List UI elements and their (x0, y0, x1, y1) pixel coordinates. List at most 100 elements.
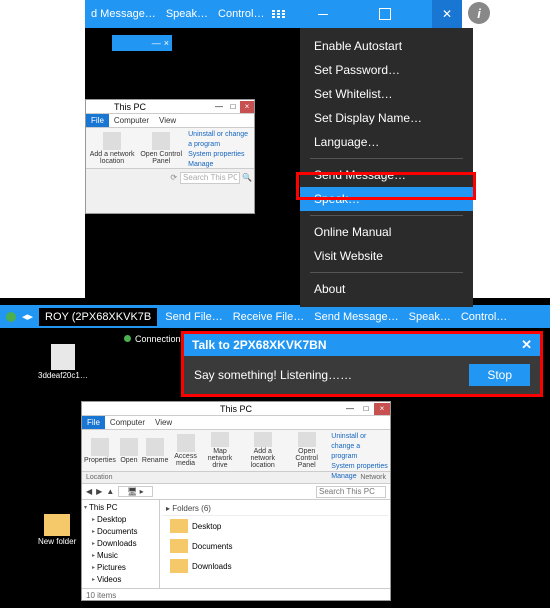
top-window-titlebar: d Message… Speak… Control… (85, 0, 462, 28)
menu-send-file[interactable]: Send File… (165, 311, 222, 323)
sidebar-item-desktop[interactable]: Desktop (84, 514, 157, 526)
inner-close-icon[interactable]: × (164, 38, 169, 48)
minimize-button[interactable] (308, 0, 338, 28)
menu-send-message[interactable]: Send Message… (300, 163, 473, 187)
explorer-searchbar: ⟳ 🔍 (86, 168, 254, 186)
file-icon (51, 344, 75, 370)
ribbon-properties[interactable]: Properties (84, 432, 116, 469)
desktop-folder-icon[interactable]: New folder (38, 514, 76, 546)
nav-back-icon[interactable]: ◀ (86, 487, 92, 496)
search-input[interactable] (180, 172, 240, 184)
status-item-count: 10 items (86, 591, 116, 600)
network-location-icon (103, 132, 121, 150)
menu-set-display-name[interactable]: Set Display Name… (300, 106, 473, 130)
sidebar-item-music[interactable]: Music (84, 550, 157, 562)
sidebar-item-documents[interactable]: Documents (84, 526, 157, 538)
info-icon[interactable]: i (468, 2, 490, 24)
breadcrumb[interactable]: 🖥 ▸ (118, 486, 152, 497)
tab-view[interactable]: View (150, 416, 177, 429)
explorer-close-icon[interactable]: × (240, 101, 254, 113)
ribbon-manage-link[interactable]: Manage (188, 160, 252, 170)
talk-close-icon[interactable]: ✕ (521, 337, 532, 353)
menu-speak[interactable]: Speak… (409, 311, 451, 323)
close-button[interactable] (432, 0, 462, 28)
tab-computer[interactable]: Computer (105, 416, 150, 429)
nav-fwd-icon[interactable]: ▶ (96, 487, 102, 496)
menu-online-manual[interactable]: Online Manual (300, 220, 473, 244)
explorer2-content: ▸ Folders (6) Desktop Documents Download… (160, 500, 390, 588)
sidebar-item-pictures[interactable]: Pictures (84, 562, 157, 574)
ribbon-map-drive[interactable]: Map network drive (203, 432, 238, 469)
connection-dot-icon (124, 335, 131, 342)
ribbon-sysprop-link[interactable]: System properties (188, 150, 252, 160)
ribbon-uninstall-link[interactable]: Uninstall or change a program (188, 130, 252, 150)
explorer2-sidebar: This PC Desktop Documents Downloads Musi… (82, 500, 160, 588)
sidebar-item-videos[interactable]: Videos (84, 574, 157, 586)
refresh-icon[interactable]: ⟳ (170, 173, 177, 182)
menu-set-password[interactable]: Set Password… (300, 58, 473, 82)
menu-control[interactable]: Control… (218, 8, 264, 20)
sidebar-item-downloads[interactable]: Downloads (84, 538, 157, 550)
ribbon-uninstall-link[interactable]: Uninstall or change a program (331, 432, 388, 462)
sidebar-item-disk-c[interactable]: Local Disk (C:) (84, 586, 157, 588)
folder-item-desktop[interactable]: Desktop (162, 516, 388, 536)
desktop-file-icon[interactable]: 3ddeaf20c1… (38, 344, 88, 380)
menu-send-message[interactable]: Send Message… (314, 311, 398, 323)
search-icon[interactable]: 🔍 (242, 173, 252, 182)
maximize-button[interactable] (370, 0, 400, 28)
status-dot-icon (6, 312, 16, 322)
list-icon[interactable] (272, 10, 275, 18)
nav-up-icon[interactable]: ▲ (106, 487, 114, 496)
search-input[interactable] (316, 486, 386, 498)
ribbon-network-location[interactable]: Add a network location (88, 130, 136, 166)
explorer2-titlebar: This PC — □ × (82, 402, 390, 416)
inner-tab-bar: — × (112, 35, 172, 51)
ribbon-open[interactable]: Open (120, 432, 138, 469)
tab-file[interactable]: File (86, 114, 109, 127)
menu-separator (310, 272, 463, 273)
ribbon-sysprop-link[interactable]: System properties (331, 462, 388, 472)
explorer2-statusbar: 10 items (82, 588, 390, 602)
ribbon-control-panel[interactable]: Open Control Panel (288, 432, 325, 469)
menu-speak[interactable]: Speak… (300, 187, 473, 211)
menu-enable-autostart[interactable]: Enable Autostart (300, 34, 473, 58)
folder-icon (170, 559, 188, 573)
explorer2-title: This PC (220, 404, 252, 414)
menu-language[interactable]: Language… (300, 130, 473, 154)
menu-about[interactable]: About (300, 277, 473, 301)
nav-arrows-icon[interactable]: ◂▸ (22, 310, 33, 323)
ribbon-link-list: Uninstall or change a program System pro… (186, 130, 252, 166)
tab-file[interactable]: File (82, 416, 105, 429)
folder-item-documents[interactable]: Documents (162, 536, 388, 556)
folder-item-downloads[interactable]: Downloads (162, 556, 388, 576)
talk-message: Say something! Listening…… (194, 368, 352, 382)
menu-message[interactable]: d Message… (91, 8, 156, 20)
ribbon-control-panel[interactable]: Open Control Panel (140, 130, 182, 166)
tab-computer[interactable]: Computer (109, 114, 154, 127)
desktop-file-label: 3ddeaf20c1… (38, 371, 88, 380)
stop-button[interactable]: Stop (469, 364, 530, 386)
ribbon-network-location[interactable]: Add a network location (241, 432, 284, 469)
menu-speak[interactable]: Speak… (166, 8, 208, 20)
menu-set-whitelist[interactable]: Set Whitelist… (300, 82, 473, 106)
folders-header[interactable]: ▸ Folders (6) (162, 502, 388, 516)
folder-icon (44, 514, 70, 536)
explorer-maximize-icon[interactable]: □ (226, 101, 240, 113)
menu-visit-website[interactable]: Visit Website (300, 244, 473, 268)
inner-minimize-icon[interactable]: — (152, 38, 161, 48)
ribbon-access-media[interactable]: Access media (172, 432, 198, 469)
explorer-minimize-icon[interactable]: — (212, 101, 226, 113)
tab-view[interactable]: View (154, 114, 181, 127)
explorer2-close-icon[interactable]: × (374, 403, 390, 415)
menu-separator (310, 215, 463, 216)
sidebar-item-this-pc[interactable]: This PC (84, 502, 157, 514)
explorer2-ribbon: Properties Open Rename Access media Map … (82, 430, 390, 472)
menu-receive-file[interactable]: Receive File… (233, 311, 305, 323)
ribbon-link-list: Uninstall or change a program System pro… (329, 432, 388, 469)
menu-control[interactable]: Control… (461, 311, 507, 323)
explorer2-tabs: File Computer View (82, 416, 390, 430)
explorer2-minimize-icon[interactable]: — (342, 403, 358, 415)
session-label[interactable]: ROY (2PX68XKVK7B (39, 308, 157, 326)
ribbon-rename[interactable]: Rename (142, 432, 168, 469)
explorer2-maximize-icon[interactable]: □ (358, 403, 374, 415)
